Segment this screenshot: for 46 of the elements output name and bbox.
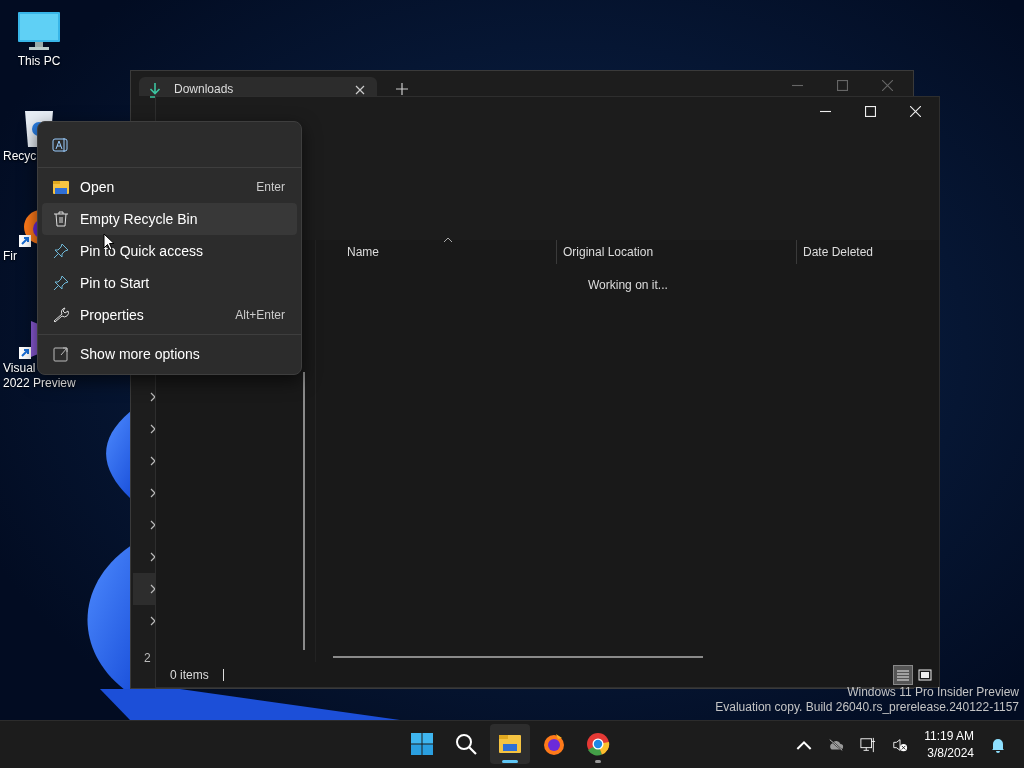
menu-item[interactable]: Empty Recycle Bin: [42, 203, 297, 235]
column-header[interactable]: Original Location: [557, 240, 797, 264]
status-text: 0 items: [170, 667, 209, 682]
bell-icon[interactable]: [990, 736, 1006, 753]
icon-label: 2022 Preview: [2, 376, 76, 391]
icon-label: Visual: [2, 361, 36, 376]
search-icon: [454, 732, 478, 756]
icon-label: Recyc: [2, 149, 37, 164]
status-text: 2: [144, 651, 152, 665]
clock[interactable]: 11:19 AM 3/8/2024: [924, 727, 974, 762]
menu-item[interactable]: Pin to Start: [42, 267, 297, 299]
rename-icon[interactable]: [52, 136, 70, 153]
column-header[interactable]: Date Deleted: [797, 240, 875, 264]
loading-text: Working on it...: [588, 278, 668, 292]
shortcut-label: Enter: [256, 180, 285, 194]
watermark-text: Windows 11 Pro Insider Preview: [847, 685, 1019, 700]
folder-app-button[interactable]: [490, 724, 530, 764]
column-header[interactable]: Name: [316, 240, 557, 264]
browser-icon: [586, 732, 610, 756]
windows-logo-icon: [410, 732, 434, 756]
trash-icon: [52, 210, 70, 228]
menu-item[interactable]: Pin to Quick access: [42, 235, 297, 267]
menu-item[interactable]: Show more options: [42, 338, 297, 370]
preview-pane-icon: [918, 668, 932, 681]
volume-muted-icon[interactable]: [892, 736, 909, 753]
folder-icon: [498, 732, 522, 756]
menu-item[interactable]: Properties Alt+Enter: [42, 299, 297, 331]
scrollbar[interactable]: [303, 372, 305, 650]
pin-icon: [52, 274, 70, 292]
cloud-off-icon[interactable]: [828, 736, 845, 753]
shortcut-label: Alt+Enter: [235, 308, 285, 322]
details-view-button[interactable]: [893, 664, 913, 685]
add-icon[interactable]: [396, 83, 408, 95]
watermark-text: Evaluation copy. Build 26040.rs_prerelease.240122-1157: [715, 700, 1019, 715]
network-icon[interactable]: [860, 736, 877, 753]
icon-label: Fir: [2, 249, 17, 264]
tab[interactable]: Downloads: [139, 77, 377, 96]
wrench-icon: [52, 306, 70, 324]
menu-item[interactable]: Open Enter: [42, 171, 297, 203]
list-icon: [896, 668, 910, 681]
expand-icon: [52, 345, 70, 363]
browser-icon: [542, 732, 566, 756]
icon-label: This PC: [17, 54, 61, 69]
pin-icon: [52, 242, 70, 260]
folder-icon: [52, 178, 70, 196]
scrollbar[interactable]: [333, 656, 703, 658]
